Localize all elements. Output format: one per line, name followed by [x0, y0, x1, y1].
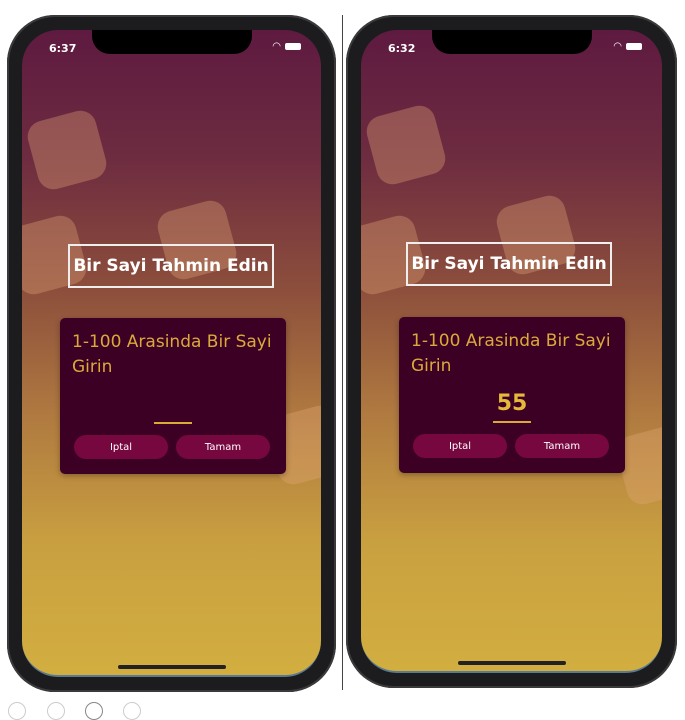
status-icons: ◠	[272, 41, 301, 52]
page-title: Bir Sayi Tahmin Edin	[68, 244, 274, 288]
status-icons: ◠	[613, 41, 642, 52]
input-underline	[493, 421, 531, 423]
status-time: 6:37	[49, 42, 77, 55]
phone-right: 6:32 ◠ Bir Sayi Tahmin Edin 1-100 Arasin…	[346, 15, 677, 688]
home-indicator	[117, 665, 226, 669]
divider	[342, 15, 343, 690]
wifi-icon: ◠	[272, 41, 281, 52]
cancel-button[interactable]: Iptal	[413, 434, 507, 458]
battery-icon	[626, 43, 642, 50]
wifi-icon: ◠	[613, 41, 622, 52]
number-input[interactable]: 55	[399, 391, 625, 416]
status-time: 6:32	[388, 42, 416, 55]
screen: 6:32 ◠ Bir Sayi Tahmin Edin 1-100 Arasin…	[361, 30, 662, 673]
page-dot[interactable]	[123, 702, 141, 720]
cancel-button[interactable]: Iptal	[74, 435, 168, 459]
dice-image	[363, 102, 449, 188]
notch	[91, 30, 252, 54]
prompt-text: 1-100 Arasinda Bir Sayi Girin	[411, 331, 611, 376]
ok-button[interactable]: Tamam	[176, 435, 270, 459]
phone-left: 6:37 ◠ Bir Sayi Tahmin Edin 1-100 Arasin…	[7, 15, 336, 692]
guess-card: 1-100 Arasinda Bir Sayi Girin 55 Iptal T…	[399, 317, 625, 473]
page-dot[interactable]	[8, 702, 26, 720]
input-underline	[154, 422, 192, 424]
home-indicator	[457, 661, 566, 665]
page-dot[interactable]	[85, 702, 103, 720]
ok-button[interactable]: Tamam	[515, 434, 609, 458]
notch	[431, 30, 592, 54]
battery-icon	[285, 43, 301, 50]
page-dot[interactable]	[47, 702, 65, 720]
screen: 6:37 ◠ Bir Sayi Tahmin Edin 1-100 Arasin…	[22, 30, 321, 677]
prompt-text: 1-100 Arasinda Bir Sayi Girin	[72, 332, 272, 377]
dice-image	[24, 107, 110, 193]
page-title: Bir Sayi Tahmin Edin	[406, 242, 612, 286]
guess-card: 1-100 Arasinda Bir Sayi Girin Iptal Tama…	[60, 318, 286, 474]
